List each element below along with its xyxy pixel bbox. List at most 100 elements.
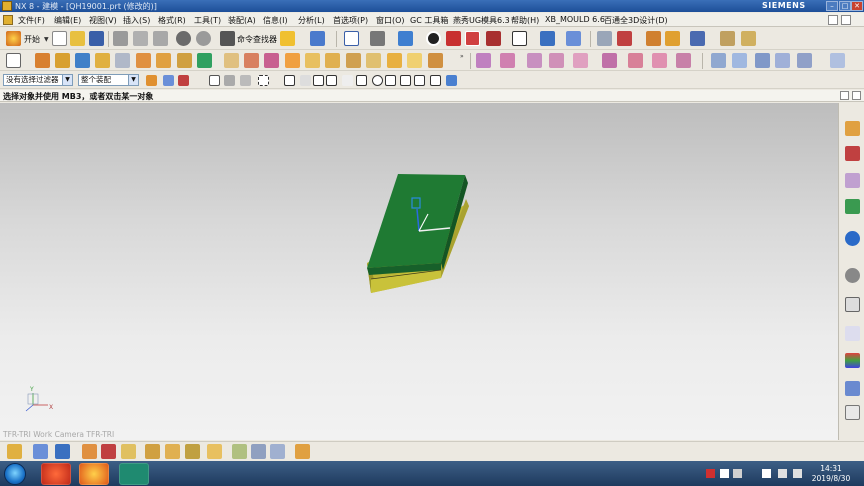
graphics-window[interactable]: X Y TFR-TRI Work Camera TFR-TRI bbox=[0, 103, 838, 440]
chevron-down-icon[interactable]: ▼ bbox=[44, 36, 49, 43]
move-face-icon[interactable] bbox=[500, 53, 515, 68]
command-finder-label[interactable]: 命令查找器 bbox=[237, 34, 277, 45]
motion-icon[interactable] bbox=[690, 31, 705, 46]
chevron-down-icon[interactable]: » bbox=[460, 53, 464, 60]
paste-icon[interactable] bbox=[153, 31, 168, 46]
cue-restore-icon[interactable] bbox=[840, 91, 849, 100]
shell-icon[interactable] bbox=[264, 53, 279, 68]
tray-security-icon[interactable] bbox=[706, 469, 715, 478]
filter-icon[interactable] bbox=[163, 75, 174, 86]
taskbar-app-autodesk[interactable] bbox=[119, 463, 149, 485]
snap-icon[interactable] bbox=[566, 31, 581, 46]
point-on-face-icon[interactable] bbox=[414, 75, 425, 86]
paint-icon[interactable] bbox=[207, 444, 222, 459]
wave-icon[interactable] bbox=[145, 444, 160, 459]
hide-icon[interactable] bbox=[446, 31, 461, 46]
point-on-curve-icon[interactable] bbox=[400, 75, 411, 86]
layer-icon[interactable] bbox=[310, 31, 325, 46]
tray-network-icon[interactable] bbox=[778, 469, 787, 478]
synchronous-icon[interactable] bbox=[476, 53, 491, 68]
hole-icon[interactable] bbox=[75, 53, 90, 68]
component-icon[interactable] bbox=[33, 444, 48, 459]
history-icon[interactable] bbox=[845, 268, 860, 283]
replace-icon[interactable] bbox=[185, 444, 200, 459]
taskbar-app-nx[interactable] bbox=[79, 463, 109, 485]
copy-icon[interactable] bbox=[133, 31, 148, 46]
type-filter-dropdown[interactable]: 没有选择过滤器 ▼ bbox=[3, 74, 73, 86]
pull-face-icon[interactable] bbox=[527, 53, 542, 68]
binoculars-icon[interactable] bbox=[220, 31, 235, 46]
menu-edit[interactable]: 编辑(E) bbox=[54, 15, 81, 26]
pad-icon[interactable] bbox=[136, 53, 151, 68]
offset-region-icon[interactable] bbox=[628, 53, 643, 68]
shaded-cube-icon[interactable] bbox=[398, 31, 413, 46]
sew-icon[interactable] bbox=[428, 53, 443, 68]
fit-view-icon[interactable] bbox=[344, 31, 359, 46]
tray-flag-icon[interactable] bbox=[762, 469, 771, 478]
orient-view-icon[interactable] bbox=[370, 31, 385, 46]
minimize-button[interactable]: – bbox=[826, 1, 838, 11]
maximize-button[interactable]: □ bbox=[839, 1, 851, 11]
n-sided-icon[interactable] bbox=[830, 53, 845, 68]
end-point-icon[interactable] bbox=[300, 75, 311, 86]
resize-blend-icon[interactable] bbox=[602, 53, 617, 68]
snap-point-icon[interactable] bbox=[284, 75, 295, 86]
reuse-icon[interactable] bbox=[845, 405, 860, 420]
close-part-icon[interactable] bbox=[841, 15, 851, 25]
link-icon[interactable] bbox=[165, 444, 180, 459]
tray-volume-icon[interactable] bbox=[793, 469, 802, 478]
menu-yanxiu-mold[interactable]: 燕秀UG模具6.3 bbox=[453, 15, 510, 26]
mold-tool-icon[interactable] bbox=[295, 444, 310, 459]
groove-icon[interactable] bbox=[177, 53, 192, 68]
menu-tools[interactable]: 工具(T) bbox=[194, 15, 221, 26]
work-layer-icon[interactable] bbox=[512, 31, 527, 46]
menu-information[interactable]: 信息(I) bbox=[263, 15, 288, 26]
open-folder-icon[interactable] bbox=[70, 31, 85, 46]
blend-icon[interactable] bbox=[224, 53, 239, 68]
marquee-icon[interactable] bbox=[258, 75, 269, 86]
pocket-icon[interactable] bbox=[115, 53, 130, 68]
menu-window[interactable]: 窗口(O) bbox=[376, 15, 405, 26]
quadrant-icon[interactable] bbox=[372, 75, 383, 86]
measure-icon[interactable] bbox=[646, 31, 661, 46]
menu-insert[interactable]: 插入(S) bbox=[123, 15, 150, 26]
chevron-down-icon[interactable]: ▼ bbox=[62, 75, 72, 85]
cue-close-icon[interactable] bbox=[852, 91, 861, 100]
chamfer-icon[interactable] bbox=[244, 53, 259, 68]
constraint-navigator-icon[interactable] bbox=[845, 146, 860, 161]
sketch-icon[interactable] bbox=[6, 53, 21, 68]
menu-analysis[interactable]: 分析(L) bbox=[298, 15, 325, 26]
start-button-label[interactable]: 开始 bbox=[24, 34, 40, 45]
render-style-icon[interactable] bbox=[426, 31, 441, 46]
taskbar-app-red[interactable] bbox=[41, 463, 71, 485]
draft-icon[interactable] bbox=[285, 53, 300, 68]
tray-app-icon[interactable] bbox=[720, 469, 729, 478]
cut-icon[interactable] bbox=[113, 31, 128, 46]
menu-file[interactable]: 文件(F) bbox=[18, 15, 45, 26]
wcs-icon[interactable] bbox=[540, 31, 555, 46]
windows-start-icon[interactable] bbox=[4, 463, 26, 485]
csys-icon[interactable] bbox=[101, 444, 116, 459]
menu-gc-toolkit[interactable]: GC 工具箱 bbox=[410, 15, 448, 26]
document-icon[interactable] bbox=[3, 15, 13, 25]
lightning-icon[interactable] bbox=[280, 31, 295, 46]
through-curves-icon[interactable] bbox=[755, 53, 770, 68]
bounded-grid-icon[interactable] bbox=[430, 75, 441, 86]
nx-app-icon[interactable] bbox=[2, 1, 12, 11]
point-icon[interactable] bbox=[82, 444, 97, 459]
wcs-rotate-icon[interactable] bbox=[270, 444, 285, 459]
constraint-icon[interactable] bbox=[617, 31, 632, 46]
start-icon[interactable] bbox=[6, 31, 21, 46]
menu-assemblies[interactable]: 装配(A) bbox=[228, 15, 256, 26]
grid-icon[interactable] bbox=[232, 444, 247, 459]
studio-surface-icon[interactable] bbox=[797, 53, 812, 68]
delete-face-icon[interactable] bbox=[573, 53, 588, 68]
menu-preferences[interactable]: 首选项(P) bbox=[333, 15, 368, 26]
select-all-icon[interactable] bbox=[209, 75, 220, 86]
reuse-library-icon[interactable] bbox=[845, 199, 860, 214]
thicken-icon[interactable] bbox=[325, 53, 340, 68]
reset-filter-icon[interactable] bbox=[178, 75, 189, 86]
mid-point-icon[interactable] bbox=[313, 75, 324, 86]
copy-face-icon[interactable] bbox=[676, 53, 691, 68]
cube-select-icon[interactable] bbox=[446, 75, 457, 86]
